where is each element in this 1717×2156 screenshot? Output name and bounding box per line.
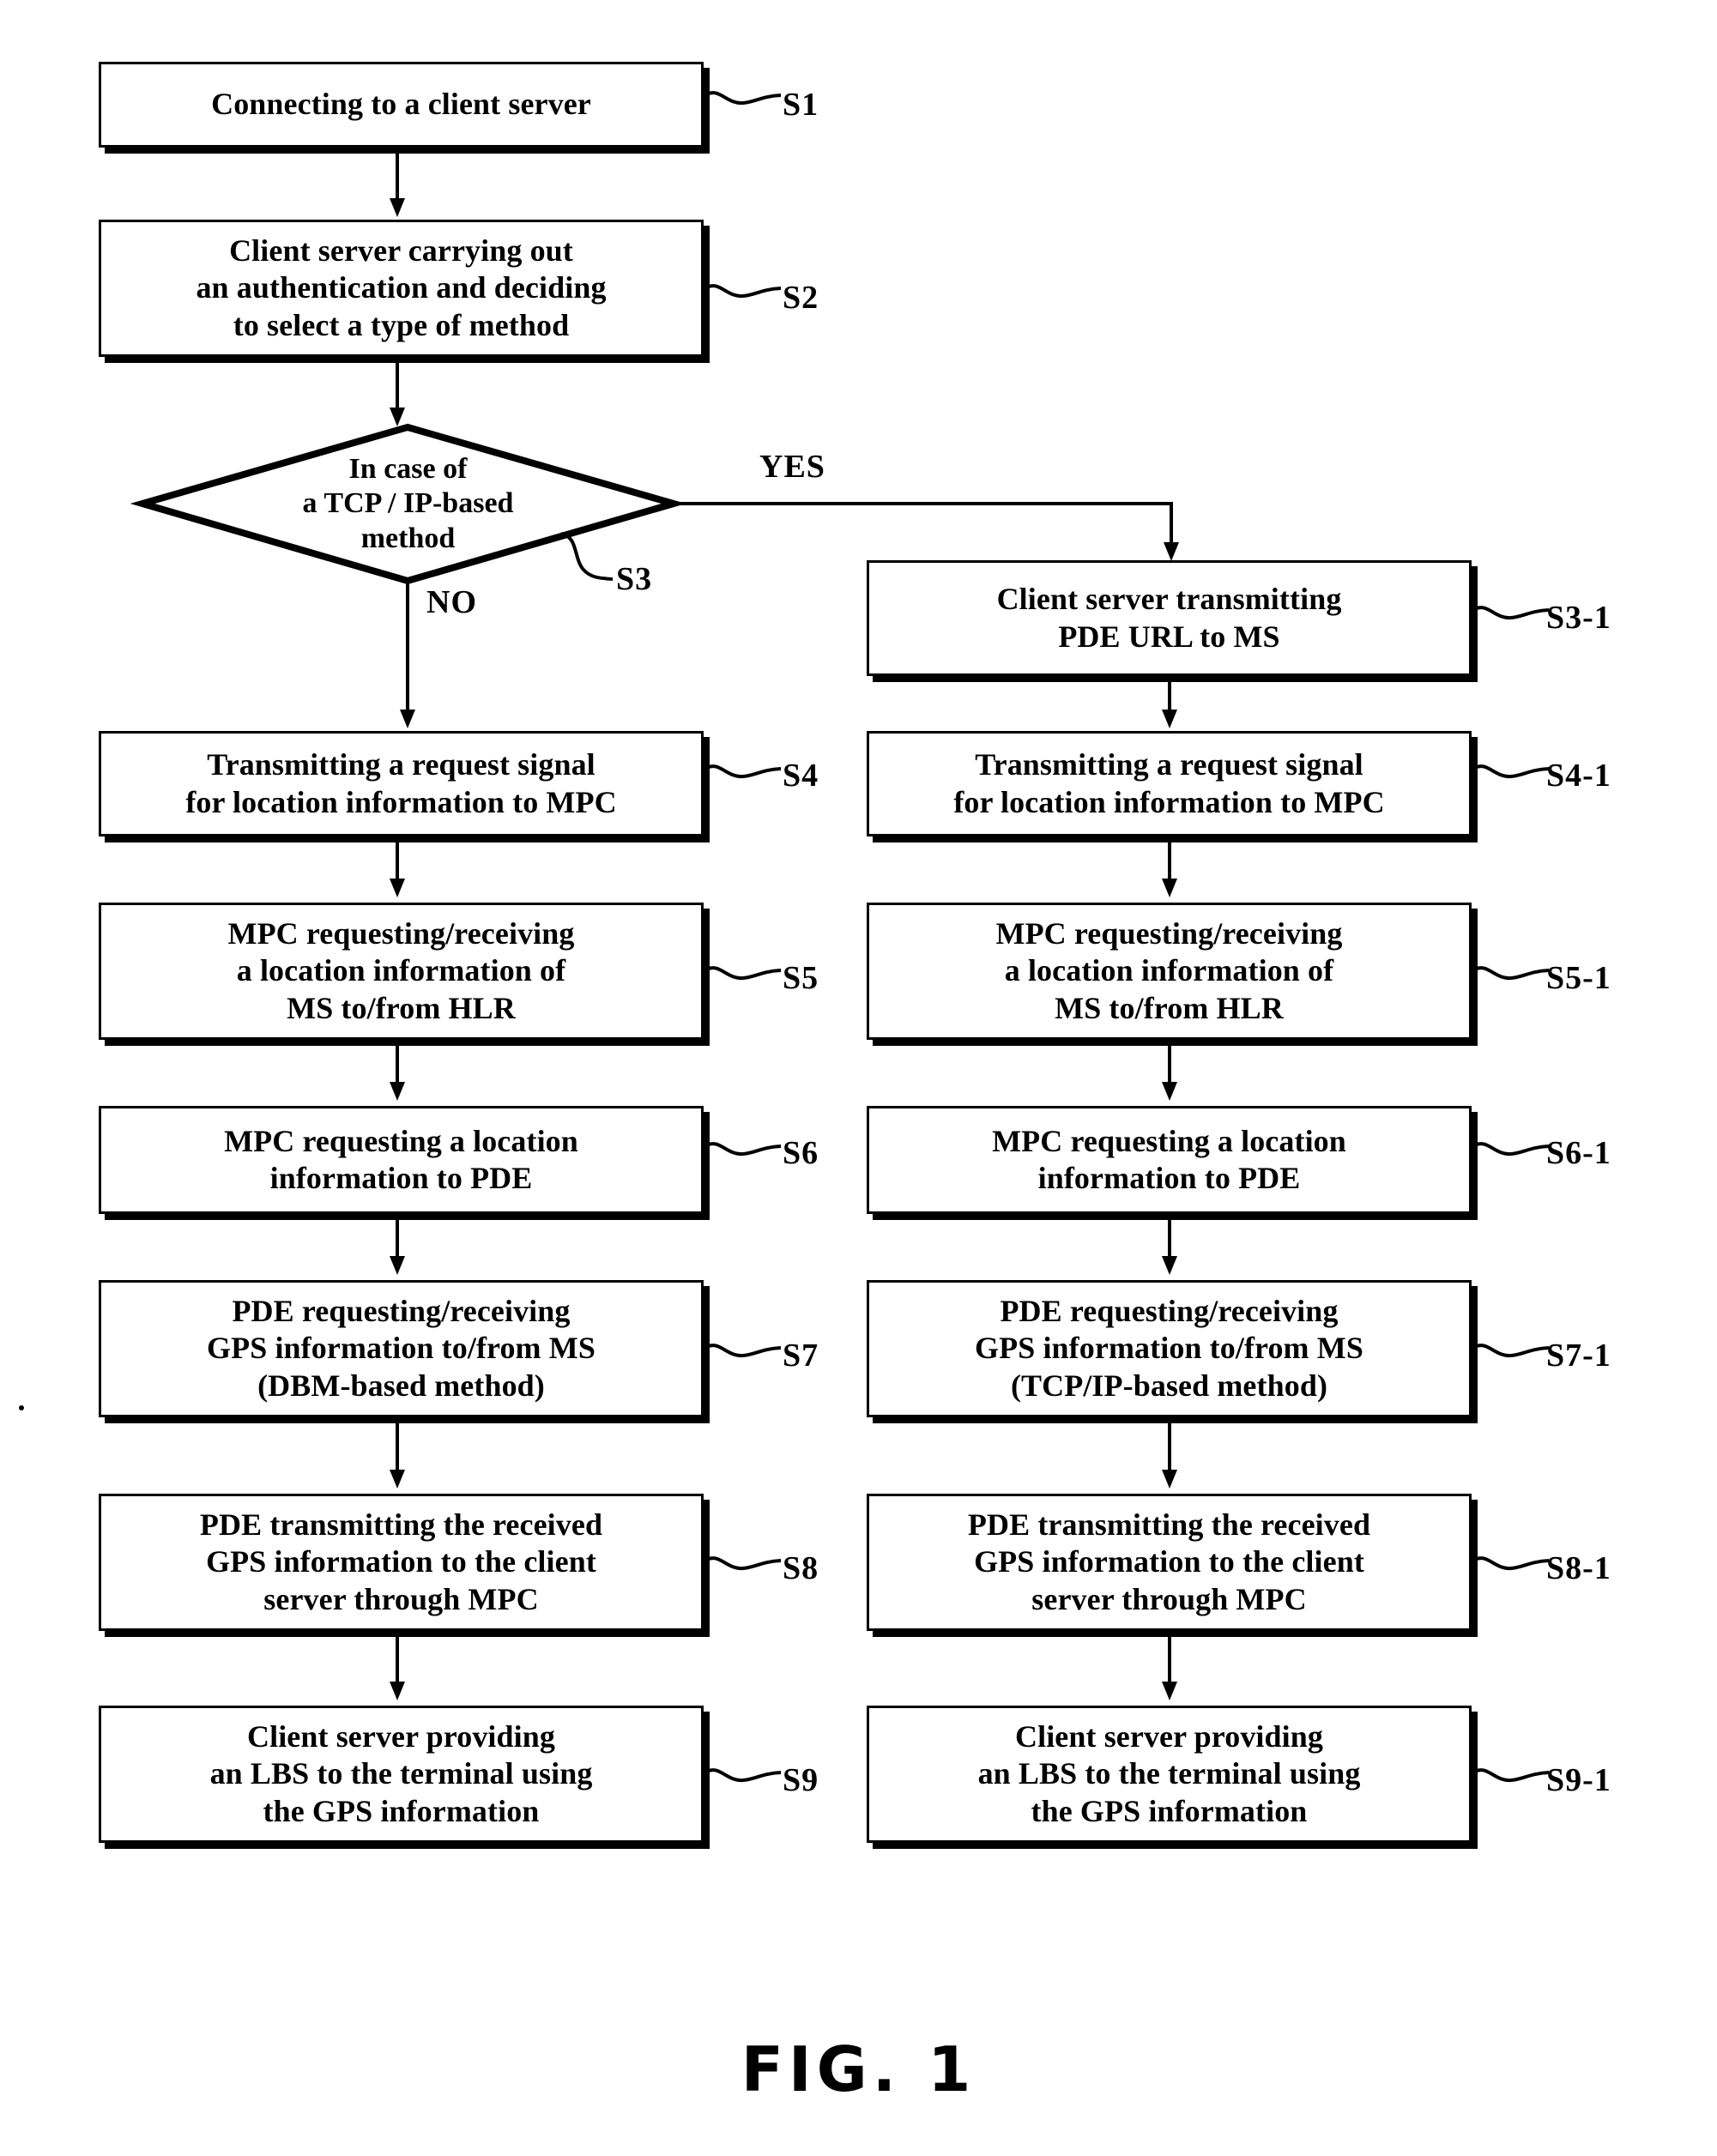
step-label-s1: S1	[783, 87, 819, 123]
arrow-s8-1-to-s9-1	[1162, 1637, 1177, 1700]
flow-box-s2-text: Client server carrying out an authentica…	[196, 233, 607, 342]
flow-box-s7-1-text: PDE requesting/receiving GPS information…	[975, 1294, 1363, 1403]
flow-box-s2: Client server carrying out an authentica…	[99, 220, 704, 357]
arrow-s5-1-to-s6-1	[1162, 1046, 1177, 1101]
flow-box-s8: PDE transmitting the received GPS inform…	[99, 1494, 704, 1631]
arrow-s4-1-to-s5-1	[1162, 842, 1177, 897]
step-label-s3-1: S3-1	[1546, 600, 1611, 636]
flow-box-s9-text: Client server providing an LBS to the te…	[209, 1719, 593, 1828]
flow-box-s5-1-text: MPC requesting/receiving a location info…	[995, 916, 1343, 1025]
step-label-s6: S6	[783, 1135, 819, 1171]
flow-box-s7-1: PDE requesting/receiving GPS information…	[867, 1280, 1472, 1417]
flow-box-s6: MPC requesting a location information to…	[99, 1106, 704, 1214]
leader-squiggle-s6	[706, 1142, 782, 1157]
step-label-s2: S2	[783, 280, 819, 316]
step-label-s4-1: S4-1	[1546, 758, 1611, 794]
leader-squiggle-s7	[706, 1344, 782, 1358]
step-label-s3: S3	[616, 561, 653, 597]
leader-squiggle-s1	[706, 91, 782, 106]
arrow-s1-to-s2	[390, 154, 405, 217]
leader-squiggle-s8	[706, 1556, 782, 1571]
flow-box-s8-1-text: PDE transmitting the received GPS inform…	[967, 1507, 1371, 1616]
figure-caption: FIG. 1	[741, 2033, 976, 2105]
flow-box-s5-text: MPC requesting/receiving a location info…	[227, 916, 575, 1025]
flow-box-s4: Transmitting a request signal for locati…	[99, 731, 704, 836]
arrow-s8-to-s9	[390, 1637, 405, 1700]
leader-squiggle-s5	[706, 966, 782, 981]
flow-box-s6-1-text: MPC requesting a location information to…	[992, 1123, 1346, 1195]
scan-artifact-speck	[19, 1405, 24, 1410]
flow-box-s1: Connecting to a client server	[99, 62, 704, 148]
flow-box-s7: PDE requesting/receiving GPS information…	[99, 1280, 704, 1417]
leader-squiggle-s4-1	[1474, 764, 1550, 779]
leader-squiggle-s5-1	[1474, 966, 1550, 981]
branch-label-no: NO	[426, 584, 477, 620]
arrow-s3-1-to-s4-1	[1162, 682, 1177, 728]
flow-box-s3-1: Client server transmitting PDE URL to MS	[867, 560, 1472, 676]
flow-box-s4-1-text: Transmitting a request signal for locati…	[953, 747, 1385, 819]
arrow-s7-1-to-s8-1	[1162, 1423, 1177, 1489]
leader-squiggle-s4	[706, 764, 782, 779]
arrow-s5-to-s6	[390, 1046, 405, 1101]
flow-box-s4-text: Transmitting a request signal for locati…	[185, 747, 617, 819]
step-label-s7: S7	[783, 1338, 819, 1374]
flow-box-s7-text: PDE requesting/receiving GPS information…	[207, 1294, 596, 1403]
flow-box-s6-text: MPC requesting a location information to…	[224, 1123, 578, 1195]
step-label-s5: S5	[783, 960, 819, 996]
step-label-s4: S4	[783, 758, 819, 794]
step-label-s6-1: S6-1	[1546, 1135, 1611, 1171]
flow-box-s3-1-text: Client server transmitting PDE URL to MS	[996, 582, 1342, 654]
flow-box-s5: MPC requesting/receiving a location info…	[99, 903, 704, 1040]
leader-squiggle-s2	[706, 284, 782, 299]
flow-box-s9: Client server providing an LBS to the te…	[99, 1706, 704, 1843]
flow-box-s5-1: MPC requesting/receiving a location info…	[867, 903, 1472, 1040]
flow-box-s9-1: Client server providing an LBS to the te…	[867, 1706, 1472, 1843]
leader-squiggle-s7-1	[1474, 1344, 1550, 1358]
flow-box-s8-1: PDE transmitting the received GPS inform…	[867, 1494, 1472, 1631]
leader-squiggle-s9	[706, 1768, 782, 1783]
arrow-yes-branch-to-s3-1	[674, 502, 1179, 561]
patent-figure-page: Connecting to a client server S1 Client …	[0, 0, 1717, 2156]
step-label-s9: S9	[783, 1762, 819, 1798]
step-label-s7-1: S7-1	[1546, 1338, 1611, 1374]
leader-squiggle-s3-1	[1474, 606, 1550, 620]
step-label-s8: S8	[783, 1550, 819, 1586]
arrow-s6-to-s7	[390, 1220, 405, 1275]
arrow-s6-1-to-s7-1	[1162, 1220, 1177, 1275]
flow-box-s9-1-text: Client server providing an LBS to the te…	[977, 1719, 1361, 1828]
flow-box-s8-text: PDE transmitting the received GPS inform…	[199, 1507, 603, 1616]
arrow-s7-to-s8	[390, 1423, 405, 1489]
flow-box-s6-1: MPC requesting a location information to…	[867, 1106, 1472, 1214]
step-label-s8-1: S8-1	[1546, 1550, 1611, 1586]
leader-squiggle-s6-1	[1474, 1142, 1550, 1157]
arrow-s4-to-s5	[390, 842, 405, 897]
arrow-s2-to-s3	[390, 363, 405, 426]
arrow-no-branch-to-s4	[400, 582, 415, 728]
branch-label-yes: YES	[759, 449, 825, 485]
flow-box-s4-1: Transmitting a request signal for locati…	[867, 731, 1472, 836]
step-label-s9-1: S9-1	[1546, 1762, 1611, 1798]
leader-squiggle-s9-1	[1474, 1768, 1550, 1783]
flow-box-s1-text: Connecting to a client server	[211, 87, 591, 122]
leader-squiggle-s8-1	[1474, 1556, 1550, 1571]
step-label-s5-1: S5-1	[1546, 960, 1611, 996]
